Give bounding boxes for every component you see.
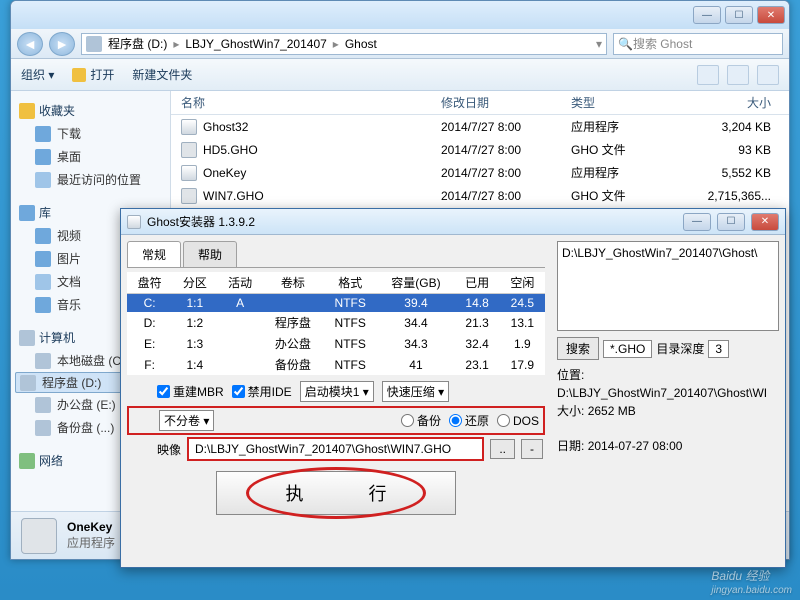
remove-button[interactable]: - <box>521 439 543 459</box>
search-icon: 🔍 <box>618 37 633 51</box>
tabs: 常规 帮助 <box>127 241 545 268</box>
minimize-button[interactable]: — <box>693 6 721 24</box>
preview-button[interactable] <box>727 65 749 85</box>
table-row[interactable]: E:1:3办公盘NTFS34.332.41.9 <box>127 333 545 354</box>
info-panel: 位置: D:\LBJY_GhostWin7_201407\Ghost\WI 大小… <box>557 366 779 455</box>
table-row[interactable]: F:1:4备份盘NTFS4123.117.9 <box>127 354 545 375</box>
sidebar-item-recent[interactable]: 最近访问的位置 <box>15 168 166 191</box>
app-icon <box>127 215 141 229</box>
breadcrumb-seg[interactable]: LBJY_GhostWin7_201407 <box>181 37 330 51</box>
sidebar-favorites[interactable]: 收藏夹 <box>15 99 166 122</box>
highlight-oval <box>246 467 426 519</box>
dialog-title: Ghost安装器 1.3.9.2 <box>147 213 255 230</box>
video-icon <box>35 228 51 244</box>
compress-select[interactable]: 快速压缩 ▾ <box>382 381 449 402</box>
library-icon <box>19 205 35 221</box>
dialog-close[interactable]: ✕ <box>751 213 779 231</box>
table-row[interactable]: C:1:1ANTFS39.414.824.5 <box>127 294 545 313</box>
image-label: 映像 <box>157 441 181 458</box>
disable-ide-checkbox[interactable]: 禁用IDE <box>232 383 292 400</box>
breadcrumb-seg[interactable]: Ghost <box>341 37 381 51</box>
browse-button[interactable]: .. <box>490 439 515 459</box>
status-name: OneKey <box>67 520 112 534</box>
gho-icon <box>181 142 197 158</box>
image-path-input[interactable]: D:\LBJY_GhostWin7_201407\Ghost\WIN7.GHO <box>187 437 484 461</box>
music-icon <box>35 297 51 313</box>
file-row[interactable]: Ghost322014/7/27 8:00应用程序3,204 KB <box>171 115 789 138</box>
dialog-minimize[interactable]: — <box>683 213 711 231</box>
column-headers[interactable]: 名称修改日期类型大小 <box>171 91 789 115</box>
drive-icon <box>35 397 51 413</box>
back-button[interactable]: ◄ <box>17 32 43 56</box>
newfolder-button[interactable]: 新建文件夹 <box>132 66 192 83</box>
organize-button[interactable]: 组织 ▾ <box>21 66 54 83</box>
drive-icon <box>35 420 51 436</box>
desktop-icon <box>35 149 51 165</box>
dialog-maximize[interactable]: ☐ <box>717 213 745 231</box>
ghost-dialog: Ghost安装器 1.3.9.2 — ☐ ✕ 常规 帮助 盘符分区活动卷标格式容… <box>120 208 786 568</box>
sidebar-item-desktop[interactable]: 桌面 <box>15 145 166 168</box>
computer-icon <box>19 330 35 346</box>
file-row[interactable]: WIN7.GHO2014/7/27 8:00GHO 文件2,715,365... <box>171 184 789 207</box>
file-icon-large <box>21 518 57 554</box>
view-button[interactable] <box>697 65 719 85</box>
help-icon[interactable] <box>757 65 779 85</box>
dialog-titlebar: Ghost安装器 1.3.9.2 — ☐ ✕ <box>121 209 785 235</box>
restore-radio[interactable]: 还原 <box>449 412 489 429</box>
pattern-input[interactable]: *.GHO <box>603 340 652 358</box>
watermark: Baidu 经验 jingyan.baidu.com <box>711 564 792 596</box>
search-button[interactable]: 搜索 <box>557 337 599 360</box>
tab-normal[interactable]: 常规 <box>127 241 181 267</box>
depth-input[interactable]: 3 <box>708 340 729 358</box>
sidebar-item-downloads[interactable]: 下载 <box>15 122 166 145</box>
breadcrumb[interactable]: 程序盘 (D:)▸ LBJY_GhostWin7_201407▸ Ghost ▾ <box>81 33 607 55</box>
search-input[interactable]: 🔍 搜索 Ghost <box>613 33 783 55</box>
drive-icon <box>20 375 36 391</box>
dos-radio[interactable]: DOS <box>497 414 539 428</box>
rebuild-mbr-checkbox[interactable]: 重建MBR <box>157 383 224 400</box>
drive-icon <box>86 36 102 52</box>
picture-icon <box>35 251 51 267</box>
download-icon <box>35 126 51 142</box>
titlebar: — ☐ ✕ <box>11 1 789 29</box>
recent-icon <box>35 172 51 188</box>
backup-radio[interactable]: 备份 <box>401 412 441 429</box>
split-select[interactable]: 不分卷 ▾ <box>159 410 214 431</box>
app-icon <box>181 119 197 135</box>
open-button[interactable]: 打开 <box>72 66 114 83</box>
maximize-button[interactable]: ☐ <box>725 6 753 24</box>
app-icon <box>181 165 197 181</box>
gho-icon <box>181 188 197 204</box>
star-icon <box>19 103 35 119</box>
gho-list[interactable]: D:\LBJY_GhostWin7_201407\Ghost\ <box>557 241 779 331</box>
network-icon <box>19 453 35 469</box>
toolbar: 组织 ▾ 打开 新建文件夹 <box>11 59 789 91</box>
document-icon <box>35 274 51 290</box>
forward-button[interactable]: ► <box>49 32 75 56</box>
partition-table: 盘符分区活动卷标格式容量(GB)已用空闲 C:1:1ANTFS39.414.82… <box>127 272 545 375</box>
table-row[interactable]: D:1:2程序盘NTFS34.421.313.1 <box>127 312 545 333</box>
bootmodule-select[interactable]: 启动模块1 ▾ <box>300 381 374 402</box>
close-button[interactable]: ✕ <box>757 6 785 24</box>
tab-help[interactable]: 帮助 <box>183 241 237 267</box>
breadcrumb-seg[interactable]: 程序盘 (D:) <box>104 35 171 52</box>
file-row[interactable]: HD5.GHO2014/7/27 8:00GHO 文件93 KB <box>171 138 789 161</box>
address-bar: ◄ ► 程序盘 (D:)▸ LBJY_GhostWin7_201407▸ Gho… <box>11 29 789 59</box>
file-row[interactable]: OneKey2014/7/27 8:00应用程序5,552 KB <box>171 161 789 184</box>
table-header: 盘符分区活动卷标格式容量(GB)已用空闲 <box>127 272 545 294</box>
search-placeholder: 搜索 Ghost <box>633 35 692 52</box>
drive-icon <box>35 353 51 369</box>
